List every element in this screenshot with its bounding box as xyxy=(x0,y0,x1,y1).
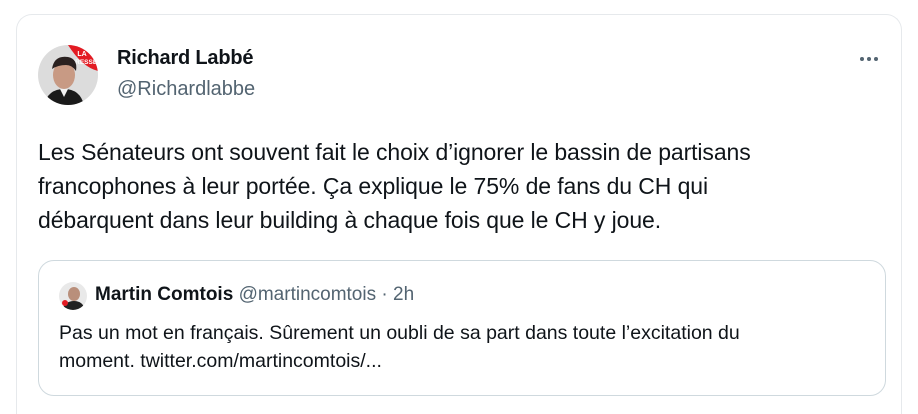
quoted-tweet-text: Pas un mot en français. Sûrement un oubl… xyxy=(59,319,869,375)
tweet-text: Les Sénateurs ont souvent fait le choix … xyxy=(38,135,888,237)
quoted-text-line: moment. twitter.com/martincomtois/... xyxy=(59,350,382,372)
quoted-separator: · xyxy=(381,284,388,305)
quoted-author-name[interactable]: Martin Comtois xyxy=(95,284,233,305)
quoted-tweet[interactable]: Martin Comtois @martincomtois · 2h Pas u… xyxy=(38,260,886,396)
author-avatar[interactable]: LA PRESSE xyxy=(38,45,98,105)
quoted-tweet-header: Martin Comtois @martincomtois · 2h xyxy=(95,284,414,306)
quoted-author-handle[interactable]: @martincomtois xyxy=(239,284,377,305)
author-handle[interactable]: @Richardlabbe xyxy=(117,78,255,101)
tweet-card[interactable]: LA PRESSE Richard Labbé @Richardlabbe Le… xyxy=(16,14,902,414)
tweet-text-line: Les Sénateurs ont souvent fait le choix … xyxy=(38,139,751,165)
tweet-text-line: francophones à leur portée. Ça explique … xyxy=(38,173,708,199)
svg-text:LA: LA xyxy=(77,51,86,58)
quoted-timestamp[interactable]: 2h xyxy=(393,284,414,305)
quoted-text-line: Pas un mot en français. Sûrement un oubl… xyxy=(59,322,740,344)
tweet-text-line: débarquent dans leur building à chaque f… xyxy=(38,207,661,233)
quoted-author-avatar[interactable] xyxy=(59,282,87,310)
author-name[interactable]: Richard Labbé xyxy=(117,47,254,70)
more-options-icon[interactable] xyxy=(855,49,883,69)
